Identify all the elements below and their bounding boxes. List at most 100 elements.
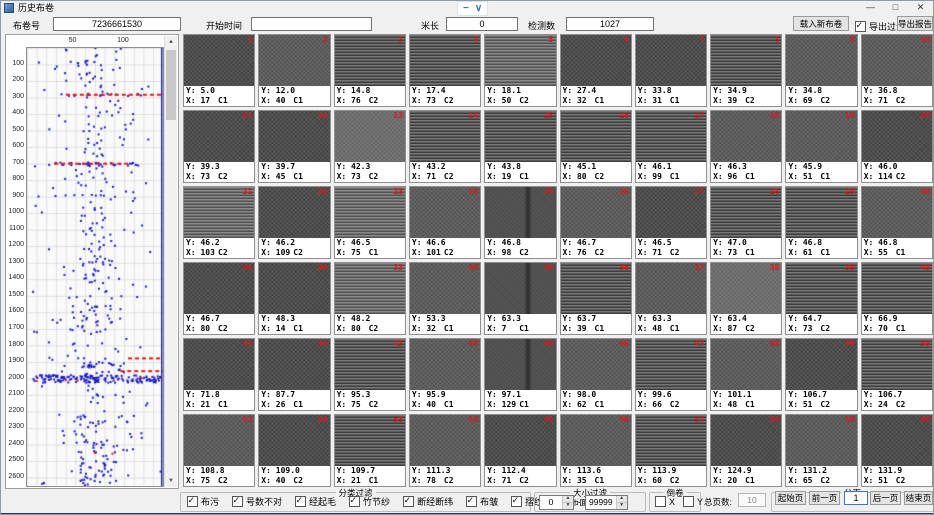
defect-cell[interactable]: 20Y: 46.0X: 114C2 xyxy=(861,110,933,183)
defect-cell[interactable]: 2Y: 12.0X: 40C1 xyxy=(258,34,330,107)
defect-cell[interactable]: 55Y: 112.4X: 71C2 xyxy=(484,414,556,487)
rewind-checkbox[interactable]: Y xyxy=(683,493,703,511)
class-filter-checkbox-box[interactable] xyxy=(295,496,306,507)
defect-cell[interactable]: 7Y: 33.8X: 31C1 xyxy=(635,34,707,107)
minimize-button[interactable]: — xyxy=(858,1,883,14)
defect-cell[interactable]: 16Y: 45.1X: 80C2 xyxy=(560,110,632,183)
defect-cell[interactable]: 36Y: 63.7X: 39C1 xyxy=(560,262,632,335)
defect-cell[interactable]: 24Y: 46.6X: 101C2 xyxy=(409,186,481,259)
scroll-down-icon[interactable]: ▼ xyxy=(165,475,177,487)
defect-scatter-canvas[interactable] xyxy=(27,48,163,486)
current-page-input[interactable]: 1 xyxy=(844,491,868,505)
roll-number-input[interactable] xyxy=(53,17,181,31)
class-filter-checkbox-box[interactable] xyxy=(511,496,522,507)
class-filter-checkbox[interactable]: 布污 xyxy=(187,493,219,511)
defect-cell[interactable]: 17Y: 46.1X: 99C1 xyxy=(635,110,707,183)
size-min-arrows[interactable]: ▲▼ xyxy=(562,496,573,509)
defect-cell[interactable]: 48Y: 101.1X: 48C1 xyxy=(710,338,782,411)
class-filter-checkbox-box[interactable] xyxy=(466,496,477,507)
float-minimize-icon[interactable]: − xyxy=(463,4,469,14)
defect-cell[interactable]: 59Y: 131.2X: 65C2 xyxy=(785,414,857,487)
defect-cell[interactable]: 5Y: 18.1X: 50C2 xyxy=(484,34,556,107)
defect-cell[interactable]: 26Y: 46.7X: 76C2 xyxy=(560,186,632,259)
prev-page-button[interactable]: 前一页 xyxy=(809,491,840,505)
class-filter-checkbox[interactable]: 布皱 xyxy=(466,493,498,511)
rewind-checkbox[interactable]: X xyxy=(655,493,675,511)
defect-cell[interactable]: 21Y: 46.2X: 103C2 xyxy=(183,186,255,259)
defect-cell[interactable]: 41Y: 71.8X: 21C1 xyxy=(183,338,255,411)
defect-cell[interactable]: 11Y: 39.3X: 73C2 xyxy=(183,110,255,183)
end-page-button[interactable]: 结束页 xyxy=(904,491,933,505)
class-filter-checkbox-box[interactable] xyxy=(187,496,198,507)
size-min-value[interactable]: 0 xyxy=(540,496,562,509)
rewind-checkbox-box[interactable] xyxy=(655,496,666,507)
map-scrollbar[interactable]: ▲ ▼ xyxy=(164,36,177,487)
class-filter-checkbox[interactable]: 断经断纬 xyxy=(403,493,453,511)
defect-map-plot[interactable] xyxy=(26,47,164,487)
defect-cell[interactable]: 39Y: 64.7X: 73C2 xyxy=(785,262,857,335)
export-filter-checkbox-box[interactable] xyxy=(855,21,866,32)
defect-cell[interactable]: 60Y: 131.9X: 51C2 xyxy=(861,414,933,487)
defect-cell[interactable]: 50Y: 106.7X: 24C2 xyxy=(861,338,933,411)
defect-cell[interactable]: 38Y: 63.4X: 87C2 xyxy=(710,262,782,335)
class-filter-checkbox[interactable]: 竹节纱 xyxy=(349,493,390,511)
defect-cell[interactable]: 51Y: 108.8X: 75C2 xyxy=(183,414,255,487)
defect-cell[interactable]: 53Y: 109.7X: 21C1 xyxy=(334,414,406,487)
defect-cell[interactable]: 58Y: 124.9X: 20C1 xyxy=(710,414,782,487)
defect-cell[interactable]: 46Y: 98.0X: 62C1 xyxy=(560,338,632,411)
defect-cell[interactable]: 37Y: 63.3X: 48C1 xyxy=(635,262,707,335)
defect-cell[interactable]: 54Y: 111.3X: 78C2 xyxy=(409,414,481,487)
class-filter-checkbox-box[interactable] xyxy=(403,496,414,507)
close-button[interactable]: ✕ xyxy=(908,1,933,14)
defect-cell[interactable]: 27Y: 46.5X: 71C2 xyxy=(635,186,707,259)
defect-cell[interactable]: 49Y: 106.7X: 51C2 xyxy=(785,338,857,411)
defect-cell[interactable]: 29Y: 46.8X: 61C1 xyxy=(785,186,857,259)
float-caret-icon[interactable]: ∨ xyxy=(475,4,482,14)
defect-cell[interactable]: 31Y: 46.7X: 80C2 xyxy=(183,262,255,335)
class-filter-checkbox-box[interactable] xyxy=(232,496,243,507)
size-max-stepper[interactable]: 99999 ▲▼ xyxy=(585,495,628,510)
defect-cell[interactable]: 13Y: 42.3X: 73C2 xyxy=(334,110,406,183)
class-filter-checkbox-box[interactable] xyxy=(349,496,360,507)
meter-length-input[interactable] xyxy=(446,17,518,31)
defect-cell[interactable]: 44Y: 95.9X: 40C1 xyxy=(409,338,481,411)
defect-cell[interactable]: 35Y: 63.3X: 7C1 xyxy=(484,262,556,335)
defect-cell[interactable]: 23Y: 46.5X: 75C1 xyxy=(334,186,406,259)
defect-cell[interactable]: 34Y: 53.3X: 32C1 xyxy=(409,262,481,335)
defect-cell[interactable]: 18Y: 46.3X: 96C1 xyxy=(710,110,782,183)
first-page-button[interactable]: 起始页 xyxy=(775,491,806,505)
load-new-roll-button[interactable]: 载入新布卷 xyxy=(793,16,849,31)
defect-cell[interactable]: 15Y: 43.8X: 19C1 xyxy=(484,110,556,183)
class-filter-checkbox[interactable]: 号数不对 xyxy=(232,493,282,511)
defect-cell[interactable]: 32Y: 48.3X: 14C1 xyxy=(258,262,330,335)
class-filter-checkbox[interactable]: 经起毛 xyxy=(295,493,336,511)
defect-cell[interactable]: 56Y: 113.6X: 35C1 xyxy=(560,414,632,487)
size-max-arrows[interactable]: ▲▼ xyxy=(616,496,627,509)
defect-cell[interactable]: 14Y: 43.2X: 71C2 xyxy=(409,110,481,183)
defect-cell[interactable]: 19Y: 45.9X: 51C1 xyxy=(785,110,857,183)
defect-cell[interactable]: 30Y: 46.8X: 55C1 xyxy=(861,186,933,259)
size-max-value[interactable]: 99999 xyxy=(586,496,616,509)
defect-cell[interactable]: 3Y: 14.8X: 76C2 xyxy=(334,34,406,107)
defect-cell[interactable]: 40Y: 66.9X: 70C1 xyxy=(861,262,933,335)
rewind-checkbox-box[interactable] xyxy=(683,496,694,507)
defect-cell[interactable]: 8Y: 34.9X: 39C2 xyxy=(710,34,782,107)
maximize-button[interactable]: □ xyxy=(883,1,908,14)
defect-cell[interactable]: 33Y: 48.2X: 80C2 xyxy=(334,262,406,335)
defect-cell[interactable]: 52Y: 109.0X: 40C2 xyxy=(258,414,330,487)
defect-cell[interactable]: 43Y: 95.3X: 75C2 xyxy=(334,338,406,411)
size-min-stepper[interactable]: 0 ▲▼ xyxy=(539,495,574,510)
defect-cell[interactable]: 28Y: 47.0X: 73C1 xyxy=(710,186,782,259)
defect-cell[interactable]: 12Y: 39.7X: 45C1 xyxy=(258,110,330,183)
defect-cell[interactable]: 9Y: 34.8X: 69C2 xyxy=(785,34,857,107)
scroll-thumb[interactable] xyxy=(166,50,176,120)
defect-cell[interactable]: 25Y: 46.8X: 98C2 xyxy=(484,186,556,259)
defect-cell[interactable]: 4Y: 17.4X: 73C2 xyxy=(409,34,481,107)
defect-cell[interactable]: 6Y: 27.4X: 32C1 xyxy=(560,34,632,107)
defect-cell[interactable]: 1Y: 5.0X: 17C1 xyxy=(183,34,255,107)
defect-cell[interactable]: 42Y: 87.7X: 26C1 xyxy=(258,338,330,411)
next-page-button[interactable]: 后一页 xyxy=(870,491,901,505)
defect-cell[interactable]: 57Y: 113.9X: 60C2 xyxy=(635,414,707,487)
defect-cell[interactable]: 22Y: 46.2X: 109C2 xyxy=(258,186,330,259)
detect-count-input[interactable] xyxy=(566,17,654,31)
